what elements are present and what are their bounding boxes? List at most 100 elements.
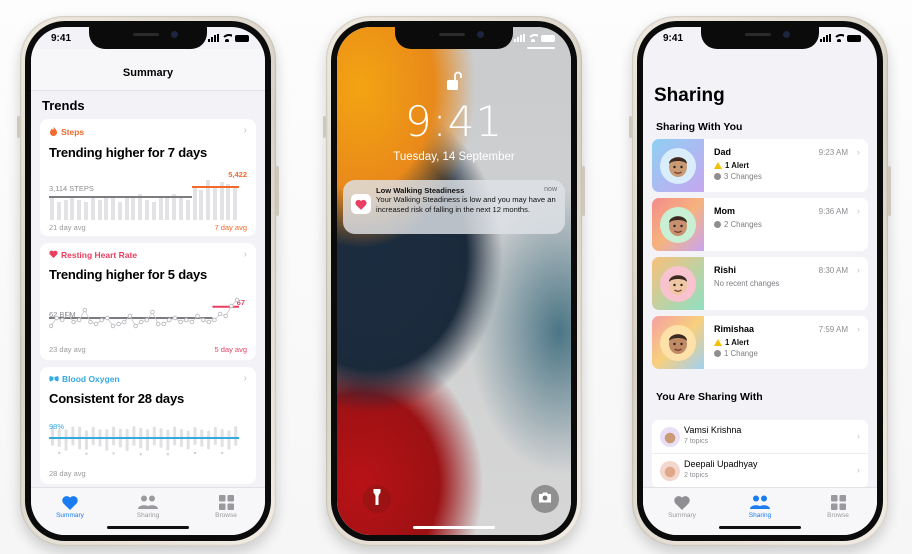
person-card[interactable]: Mom 9:36 AM › 2 Changes <box>652 198 868 251</box>
lock-screen: 9:41 Tuesday, 14 September Low Walking S… <box>337 27 571 535</box>
outlier-point <box>139 453 142 456</box>
data-point <box>206 319 212 325</box>
card-headline: Trending higher for 5 days <box>49 267 208 282</box>
chart-bar <box>104 198 109 220</box>
person-card[interactable]: Dad 9:23 AM › 1 Alert 3 Changes <box>652 139 868 192</box>
section-title-sharing-with-you: Sharing With You <box>656 121 743 133</box>
chart-bar <box>226 184 231 220</box>
trend-card-blood-oxygen[interactable]: Blood Oxygen › Consistent for 28 days 98… <box>40 367 256 484</box>
chevron-right-icon: › <box>857 206 860 216</box>
signal-icon <box>820 34 831 42</box>
left-avg-label: 98% <box>49 422 65 431</box>
summary-content: Trends Steps › Trending higher for 7 day… <box>31 91 265 487</box>
trend-card-resting-heart-rate[interactable]: Resting Heart Rate › Trending higher for… <box>40 243 256 360</box>
flashlight-button[interactable] <box>363 485 391 513</box>
heart-rate-chart: 62 BPM 67 <box>49 292 247 342</box>
list-item[interactable]: Vamsi Krishna 7 topics › <box>652 420 868 454</box>
person-card[interactable]: Rimishaa 7:59 AM › 1 Alert 1 Change <box>652 316 868 369</box>
control-center-indicator[interactable] <box>527 47 555 49</box>
side-button <box>582 166 585 216</box>
blood-oxygen-chart: 98% <box>49 416 247 466</box>
tab-label: Browse <box>215 512 237 519</box>
star-badge-icon <box>714 173 721 180</box>
signal-icon <box>514 34 525 42</box>
chart-bar <box>111 196 116 220</box>
contact-name: Deepali Upadhyay <box>684 459 758 469</box>
chevron-right-icon: › <box>857 431 860 441</box>
left-foot: 21 day avg <box>49 223 86 232</box>
changes-count: 1 Change <box>724 349 758 358</box>
chevron-right-icon: › <box>857 324 860 334</box>
side-button <box>17 116 20 138</box>
range-bar <box>152 426 156 446</box>
tab-browse[interactable]: Browse <box>196 494 256 535</box>
unlocked-padlock-icon <box>446 71 462 96</box>
chevron-right-icon: › <box>243 249 247 260</box>
notch <box>395 27 513 49</box>
avatar <box>660 324 696 361</box>
tab-summary[interactable]: Summary <box>652 494 712 535</box>
data-point <box>189 319 195 325</box>
chart-bar <box>124 198 129 220</box>
person-name: Rishi <box>714 265 737 275</box>
topics-count: 7 topics <box>684 438 709 445</box>
wifi-icon <box>834 34 844 42</box>
alert-line: 1 Alert <box>714 338 749 347</box>
chart-bar <box>56 202 61 220</box>
range-bar <box>207 430 211 450</box>
card-category: Blood Oxygen <box>62 374 120 384</box>
notification[interactable]: Low Walking Steadiness Your Walking Stea… <box>343 180 565 234</box>
camera-button[interactable] <box>531 485 559 513</box>
tab-summary[interactable]: Summary <box>40 494 100 535</box>
side-button <box>323 116 326 138</box>
section-title: Trends <box>42 98 85 113</box>
heart-icon <box>61 494 79 510</box>
chart-bar <box>77 200 82 220</box>
chart-bar <box>50 198 54 220</box>
last-update-time: 9:23 AM <box>818 148 848 157</box>
heart-icon <box>49 250 58 260</box>
data-point <box>150 309 155 315</box>
chart-bar <box>233 188 238 220</box>
data-point <box>71 319 76 325</box>
chevron-right-icon: › <box>243 373 247 384</box>
chart-bar <box>151 202 156 220</box>
tab-browse[interactable]: Browse <box>808 494 868 535</box>
heart-rate-line-chart <box>49 297 239 329</box>
status-time: 9:41 <box>663 33 684 44</box>
range-bar <box>125 429 129 451</box>
avatar <box>660 206 696 243</box>
side-button <box>888 166 891 216</box>
person-card[interactable]: Rishi 8:30 AM › No recent changes <box>652 257 868 310</box>
tab-label: Sharing <box>136 512 160 519</box>
heart-icon <box>673 494 691 510</box>
data-point <box>110 323 116 329</box>
range-bar <box>186 430 190 450</box>
outlier-point <box>166 453 170 456</box>
lock-time: 9:41 <box>404 97 504 146</box>
range-bar <box>193 427 197 445</box>
home-indicator[interactable] <box>107 526 189 529</box>
page-title: Sharing <box>654 85 725 106</box>
list-item[interactable]: Deepali Upadhyay 2 topics › <box>652 454 868 488</box>
outlier-point <box>112 452 115 455</box>
warning-icon <box>714 339 722 346</box>
data-point <box>234 297 239 303</box>
data-point <box>229 303 234 309</box>
home-indicator[interactable] <box>413 526 495 529</box>
section-title-you-are-sharing-with: You Are Sharing With <box>656 391 763 403</box>
person-name: Mom <box>714 206 735 216</box>
outlier-point <box>85 452 88 455</box>
range-bar <box>146 429 149 451</box>
chart-bar <box>185 200 190 220</box>
changes-line: 2 Changes <box>714 220 762 229</box>
person-name: Rimishaa <box>714 324 755 334</box>
left-avg-label: 3,114 STEPS <box>49 184 94 193</box>
home-indicator[interactable] <box>719 526 801 529</box>
range-bar <box>84 430 88 450</box>
data-point <box>133 323 138 329</box>
side-button <box>276 166 279 216</box>
trend-card-steps[interactable]: Steps › Trending higher for 7 days 3,114… <box>40 119 256 236</box>
left-foot: 28 day avg <box>49 469 86 478</box>
chart-bar <box>145 200 149 220</box>
